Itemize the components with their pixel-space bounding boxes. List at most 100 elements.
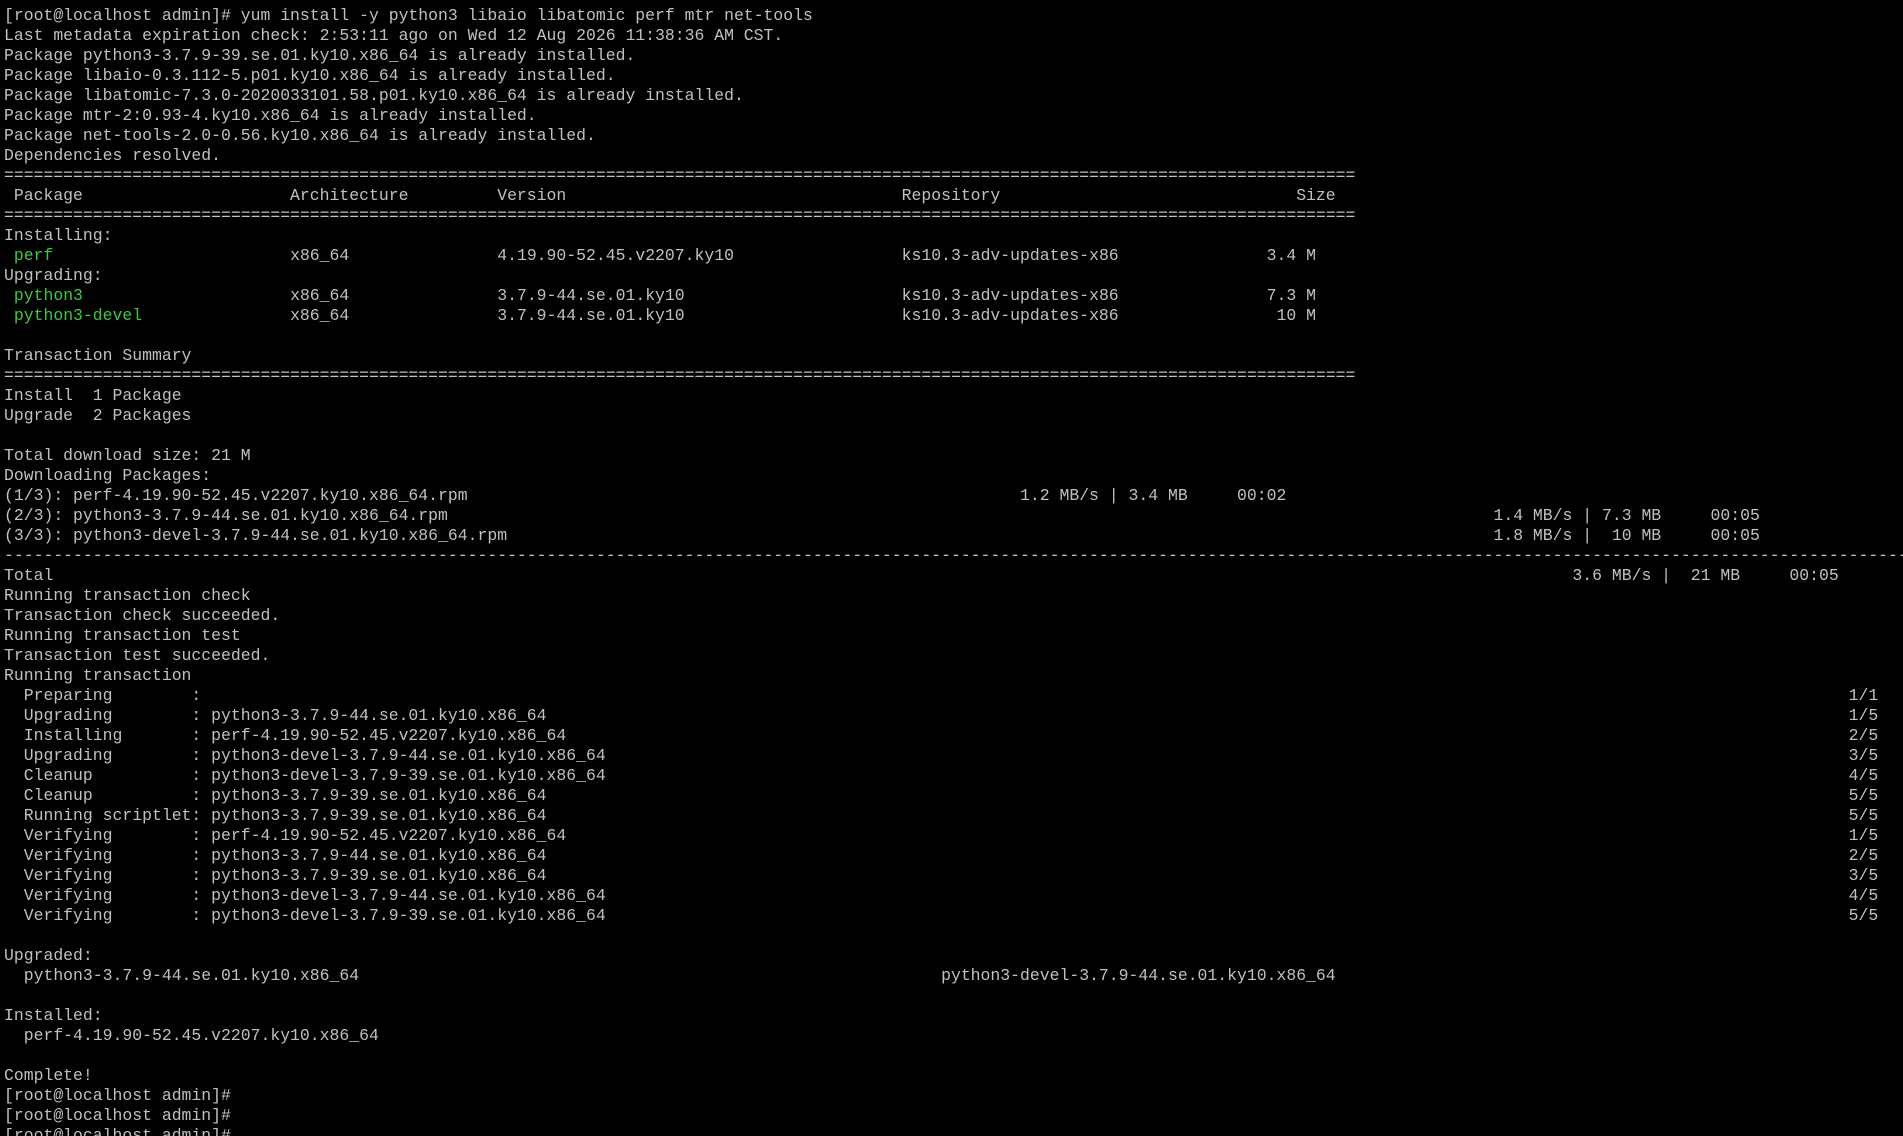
terminal-text: x86_64 3.7.9-44.se.01.ky10 ks10.3-adv-up… <box>142 306 1316 325</box>
terminal-text: Transaction Summary <box>4 346 192 365</box>
terminal-text: Package mtr-2:0.93-4.ky10.x86_64 is alre… <box>4 106 537 125</box>
terminal-line: [root@localhost admin]# <box>4 1086 1903 1106</box>
terminal-text: (2/3): python3-3.7.9-44.se.01.ky10.x86_6… <box>4 506 1760 525</box>
terminal-line: Cleanup : python3-3.7.9-39.se.01.ky10.x8… <box>4 786 1903 806</box>
terminal-line: Upgrading: <box>4 266 1903 286</box>
terminal-text: (3/3): python3-devel-3.7.9-44.se.01.ky10… <box>4 526 1760 545</box>
terminal-window[interactable]: [root@localhost admin]# yum install -y p… <box>0 0 1903 1136</box>
terminal-line: Downloading Packages: <box>4 466 1903 486</box>
terminal-line: (3/3): python3-devel-3.7.9-44.se.01.ky10… <box>4 526 1903 546</box>
terminal-line: Package net-tools-2.0-0.56.ky10.x86_64 i… <box>4 126 1903 146</box>
terminal-line: Transaction Summary <box>4 346 1903 366</box>
terminal-line: (1/3): perf-4.19.90-52.45.v2207.ky10.x86… <box>4 486 1903 506</box>
terminal-line: Installing : perf-4.19.90-52.45.v2207.ky… <box>4 726 1903 746</box>
terminal-text: Cleanup : python3-3.7.9-39.se.01.ky10.x8… <box>4 786 1879 805</box>
terminal-text: Upgraded: <box>4 946 93 965</box>
terminal-text: (1/3): perf-4.19.90-52.45.v2207.ky10.x86… <box>4 486 1287 505</box>
terminal-line: Running transaction <box>4 666 1903 686</box>
terminal-text: Last metadata expiration check: 2:53:11 … <box>4 26 784 45</box>
terminal-text: Package python3-3.7.9-39.se.01.ky10.x86_… <box>4 46 636 65</box>
terminal-text: Verifying : python3-3.7.9-44.se.01.ky10.… <box>4 846 1879 865</box>
terminal-text: Running scriptlet: python3-3.7.9-39.se.0… <box>4 806 1879 825</box>
terminal-text: Upgrading : python3-3.7.9-44.se.01.ky10.… <box>4 706 1879 725</box>
terminal-line: Verifying : python3-3.7.9-44.se.01.ky10.… <box>4 846 1903 866</box>
terminal-line: Upgrading : python3-devel-3.7.9-44.se.01… <box>4 746 1903 766</box>
terminal-line: ========================================… <box>4 366 1903 386</box>
terminal-line: Total 3.6 MB/s | 21 MB 00:05 <box>4 566 1903 586</box>
terminal-text: python3-3.7.9-44.se.01.ky10.x86_64 pytho… <box>4 966 1336 985</box>
terminal-line: Running transaction test <box>4 626 1903 646</box>
terminal-line: [root@localhost admin]# <box>4 1126 1903 1136</box>
terminal-line: Verifying : python3-devel-3.7.9-44.se.01… <box>4 886 1903 906</box>
terminal-line: Install 1 Package <box>4 386 1903 406</box>
terminal-text: Cleanup : python3-devel-3.7.9-39.se.01.k… <box>4 766 1879 785</box>
terminal-text: Package net-tools-2.0-0.56.ky10.x86_64 i… <box>4 126 596 145</box>
terminal-text: Dependencies resolved. <box>4 146 222 165</box>
terminal-line: Package mtr-2:0.93-4.ky10.x86_64 is alre… <box>4 106 1903 126</box>
terminal-text: Downloading Packages: <box>4 466 212 485</box>
terminal-text: Installed: <box>4 1006 103 1025</box>
terminal-text: Upgrade 2 Packages <box>4 406 192 425</box>
terminal-text: x86_64 4.19.90-52.45.v2207.ky10 ks10.3-a… <box>53 246 1316 265</box>
terminal-text: Transaction check succeeded. <box>4 606 281 625</box>
terminal-line: Last metadata expiration check: 2:53:11 … <box>4 26 1903 46</box>
terminal-text: Package libatomic-7.3.0-2020033101.58.p0… <box>4 86 744 105</box>
terminal-text: Installing: <box>4 226 113 245</box>
terminal-line: Upgrade 2 Packages <box>4 406 1903 426</box>
terminal-line: Upgrading : python3-3.7.9-44.se.01.ky10.… <box>4 706 1903 726</box>
terminal-text: Transaction test succeeded. <box>4 646 271 665</box>
terminal-line: ----------------------------------------… <box>4 546 1903 566</box>
terminal-output: [root@localhost admin]# yum install -y p… <box>4 6 1903 1136</box>
terminal-line: perf x86_64 4.19.90-52.45.v2207.ky10 ks1… <box>4 246 1903 266</box>
terminal-line: Dependencies resolved. <box>4 146 1903 166</box>
terminal-text: Running transaction <box>4 666 192 685</box>
package-name: python3 <box>13 286 83 305</box>
terminal-line: Installing: <box>4 226 1903 246</box>
terminal-line: Cleanup : python3-devel-3.7.9-39.se.01.k… <box>4 766 1903 786</box>
terminal-line: Running scriptlet: python3-3.7.9-39.se.0… <box>4 806 1903 826</box>
terminal-text: Upgrading : python3-devel-3.7.9-44.se.01… <box>4 746 1879 765</box>
terminal-line: Transaction test succeeded. <box>4 646 1903 666</box>
terminal-line: python3 x86_64 3.7.9-44.se.01.ky10 ks10.… <box>4 286 1903 306</box>
terminal-text: Verifying : python3-devel-3.7.9-44.se.01… <box>4 886 1879 905</box>
terminal-line: Verifying : perf-4.19.90-52.45.v2207.ky1… <box>4 826 1903 846</box>
terminal-line: Verifying : python3-3.7.9-39.se.01.ky10.… <box>4 866 1903 886</box>
terminal-text: Verifying : python3-3.7.9-39.se.01.ky10.… <box>4 866 1879 885</box>
terminal-text: [root@localhost admin]# yum install -y p… <box>4 6 813 25</box>
package-name: perf <box>13 246 54 265</box>
terminal-line: [root@localhost admin]# <box>4 1106 1903 1126</box>
terminal-line: Total download size: 21 M <box>4 446 1903 466</box>
terminal-text: Total 3.6 MB/s | 21 MB 00:05 <box>4 566 1839 585</box>
terminal-text: ========================================… <box>4 366 1356 385</box>
terminal-line: Package libatomic-7.3.0-2020033101.58.p0… <box>4 86 1903 106</box>
terminal-text: ----------------------------------------… <box>4 546 1903 565</box>
terminal-text: Installing : perf-4.19.90-52.45.v2207.ky… <box>4 726 1879 745</box>
terminal-line: Upgraded: <box>4 946 1903 966</box>
terminal-text: [root@localhost admin]# <box>4 1106 231 1125</box>
terminal-line: python3-devel x86_64 3.7.9-44.se.01.ky10… <box>4 306 1903 326</box>
terminal-text: x86_64 3.7.9-44.se.01.ky10 ks10.3-adv-up… <box>82 286 1316 305</box>
terminal-text: ========================================… <box>4 206 1356 225</box>
terminal-line: Package Architecture Version Repository … <box>4 186 1903 206</box>
terminal-text: Upgrading: <box>4 266 103 285</box>
terminal-line: [root@localhost admin]# yum install -y p… <box>4 6 1903 26</box>
terminal-text: [root@localhost admin]# <box>4 1126 231 1136</box>
terminal-line: perf-4.19.90-52.45.v2207.ky10.x86_64 <box>4 1026 1903 1046</box>
terminal-line: python3-3.7.9-44.se.01.ky10.x86_64 pytho… <box>4 966 1903 986</box>
terminal-text: Verifying : python3-devel-3.7.9-39.se.01… <box>4 906 1879 925</box>
terminal-text: Running transaction test <box>4 626 241 645</box>
terminal-line: Verifying : python3-devel-3.7.9-39.se.01… <box>4 906 1903 926</box>
terminal-text: Total download size: 21 M <box>4 446 251 465</box>
terminal-text: Preparing : 1/1 <box>4 686 1879 705</box>
terminal-text: Verifying : perf-4.19.90-52.45.v2207.ky1… <box>4 826 1879 845</box>
terminal-text: [root@localhost admin]# <box>4 1086 231 1105</box>
terminal-line: Installed: <box>4 1006 1903 1026</box>
